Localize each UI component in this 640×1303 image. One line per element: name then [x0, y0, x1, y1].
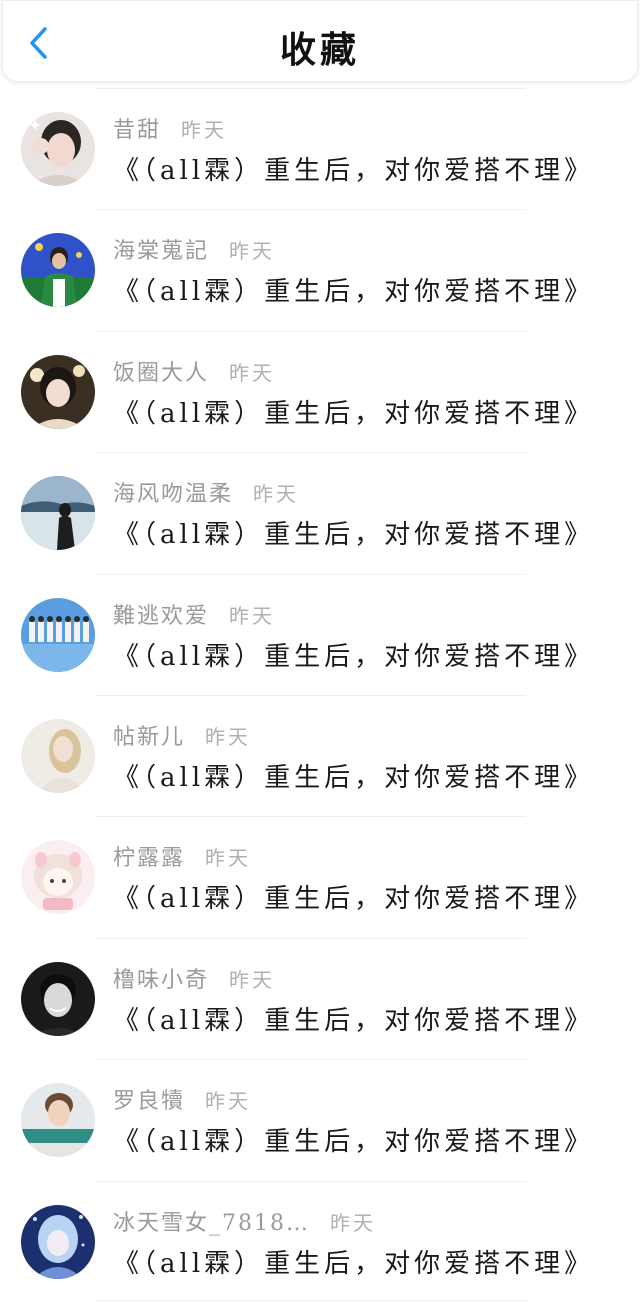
- divider: [96, 937, 526, 939]
- timestamp: 昨天: [205, 846, 252, 871]
- timestamp: 昨天: [229, 239, 276, 264]
- divider: [96, 209, 526, 211]
- avatar[interactable]: [21, 1083, 95, 1158]
- timestamp: 昨天: [229, 603, 276, 628]
- avatar[interactable]: [21, 718, 95, 793]
- username[interactable]: 冰天雪女_7818…: [113, 1205, 310, 1237]
- page-title: 收藏: [279, 29, 360, 71]
- divider: [96, 330, 526, 332]
- book-title[interactable]: 《（all霖）重生后，对你爱搭不理》: [113, 393, 594, 430]
- list-item[interactable]: 饭圈大人 昨天 《（all霖）重生后，对你爱搭不理》: [0, 330, 640, 452]
- avatar[interactable]: [21, 1204, 95, 1279]
- username[interactable]: 饭圈大人: [113, 355, 209, 387]
- avatar[interactable]: [21, 597, 95, 672]
- username[interactable]: 昔甜: [113, 112, 161, 144]
- timestamp: 昨天: [181, 118, 228, 142]
- list-item[interactable]: 海风吻温柔 昨天 《（all霖）重生后，对你爱搭不理》: [0, 452, 640, 573]
- list-item[interactable]: 冰天雪女_7818… 昨天 《（all霖）重生后，对你爱搭不理》: [0, 1180, 640, 1302]
- list-item[interactable]: 橹味小奇 昨天 《（all霖）重生后，对你爱搭不理》: [0, 937, 640, 1059]
- book-title[interactable]: 《（all霖）重生后，对你爱搭不理》: [113, 636, 594, 673]
- favorites-list: 昔甜 昨天 《（all霖）重生后，对你爱搭不理》 海棠蒐記 昨天 《（all霖）…: [0, 88, 640, 1302]
- book-title[interactable]: 《（all霖）重生后，对你爱搭不理》: [113, 1243, 594, 1280]
- divider: [96, 694, 526, 696]
- book-title[interactable]: 《（all霖）重生后，对你爱搭不理》: [113, 1121, 594, 1158]
- book-title[interactable]: 《（all霖）重生后，对你爱搭不理》: [113, 878, 594, 915]
- timestamp: 昨天: [205, 1089, 252, 1114]
- list-item[interactable]: 帖新儿 昨天 《（all霖）重生后，对你爱搭不理》: [0, 694, 640, 816]
- list-item[interactable]: 難逃欢爱 昨天 《（all霖）重生后，对你爱搭不理》: [0, 573, 640, 695]
- username[interactable]: 柠露露: [113, 840, 185, 872]
- divider: [96, 1180, 526, 1182]
- divider: [96, 573, 526, 575]
- list-item[interactable]: 罗良犢 昨天 《（all霖）重生后，对你爱搭不理》: [0, 1059, 640, 1180]
- username[interactable]: 海棠蒐記: [113, 233, 209, 265]
- avatar[interactable]: [21, 476, 95, 551]
- book-title[interactable]: 《（all霖）重生后，对你爱搭不理》: [113, 271, 594, 308]
- avatar[interactable]: [21, 112, 95, 186]
- list-item[interactable]: 昔甜 昨天 《（all霖）重生后，对你爱搭不理》: [0, 88, 640, 209]
- timestamp: 昨天: [205, 724, 252, 749]
- divider: [96, 1059, 526, 1061]
- divider: [96, 1300, 526, 1301]
- username[interactable]: 橹味小奇: [113, 962, 209, 994]
- username[interactable]: 海风吻温柔: [113, 476, 233, 508]
- book-title[interactable]: 《（all霖）重生后，对你爱搭不理》: [113, 1000, 594, 1037]
- timestamp: 昨天: [330, 1210, 376, 1235]
- list-item[interactable]: 柠露露 昨天 《（all霖）重生后，对你爱搭不理》: [0, 816, 640, 937]
- avatar[interactable]: [21, 233, 95, 308]
- book-title[interactable]: 《（all霖）重生后，对你爱搭不理》: [113, 150, 594, 187]
- book-title[interactable]: 《（all霖）重生后，对你爱搭不理》: [113, 757, 594, 794]
- timestamp: 昨天: [229, 360, 276, 385]
- book-title[interactable]: 《（all霖）重生后，对你爱搭不理》: [113, 514, 594, 551]
- username[interactable]: 罗良犢: [113, 1083, 185, 1115]
- avatar[interactable]: [21, 961, 95, 1036]
- avatar[interactable]: [21, 354, 95, 429]
- timestamp: 昨天: [229, 967, 276, 992]
- timestamp: 昨天: [253, 482, 300, 507]
- divider: [96, 452, 526, 454]
- username[interactable]: 帖新儿: [113, 719, 185, 751]
- list-item[interactable]: 海棠蒐記 昨天 《（all霖）重生后，对你爱搭不理》: [0, 209, 640, 330]
- divider: [96, 816, 526, 818]
- username[interactable]: 難逃欢爱: [113, 598, 209, 630]
- avatar[interactable]: [21, 840, 95, 915]
- navigation-bar: 收藏: [2, 0, 638, 82]
- divider: [96, 88, 526, 89]
